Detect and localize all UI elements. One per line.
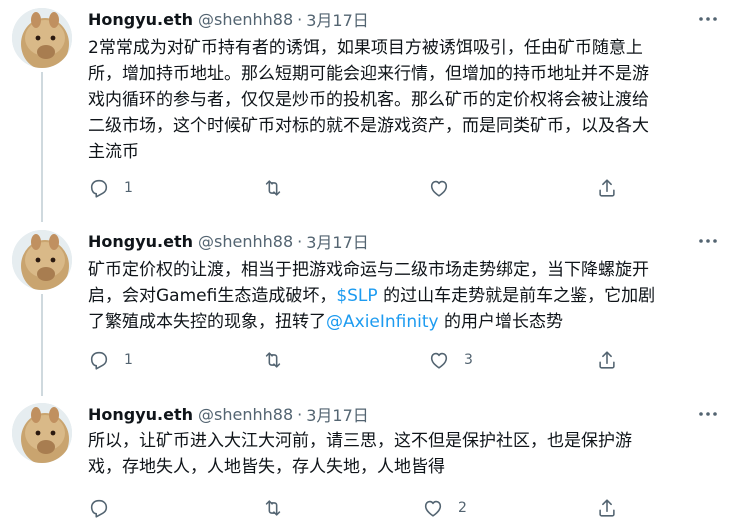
- reply-button[interactable]: 1: [88, 176, 133, 200]
- tweet-text-line: 二级市场，这个时候矿币对标的就不是游戏资产，而是同类矿币，以及各大: [88, 116, 649, 136]
- more-options-button[interactable]: [698, 10, 718, 28]
- retweet-icon: [265, 500, 281, 516]
- reply-button[interactable]: 1: [88, 348, 133, 372]
- reply-icon: [90, 499, 108, 518]
- tweet[interactable]: Hongyu.eth @shenhh88 · 3月17日 所以，让矿币进入大江大…: [0, 403, 732, 521]
- reply-button[interactable]: [88, 496, 124, 520]
- more-options-button[interactable]: [698, 232, 718, 250]
- share-button[interactable]: [596, 176, 618, 200]
- author-handle[interactable]: @shenhh88: [198, 232, 293, 251]
- tweet-actions: 1 3: [88, 348, 628, 372]
- tweet[interactable]: Hongyu.eth @shenhh88 · 3月17日 矿币定价权的让渡，相当…: [0, 230, 732, 380]
- heart-icon: [424, 500, 442, 517]
- tweet-text-line: 启，会对Gamefi生态造成破坏，$SLP 的过山车走势就是前车之鉴，它加剧: [88, 283, 713, 309]
- like-button[interactable]: 3: [428, 348, 473, 372]
- more-icon: [699, 239, 717, 243]
- author-name[interactable]: Hongyu.eth: [88, 232, 193, 251]
- like-button[interactable]: 2: [422, 496, 467, 520]
- author-name[interactable]: Hongyu.eth: [88, 405, 193, 424]
- tweet-text-line: 所，增加持币地址。那么短期可能会迎来行情，但增加的持币地址并不是游: [88, 64, 649, 84]
- more-icon: [699, 412, 717, 416]
- share-icon: [599, 179, 615, 197]
- alpaca-avatar-icon: [12, 230, 72, 290]
- reply-icon: [90, 179, 108, 198]
- tweet-actions: 1: [88, 176, 628, 200]
- heart-icon: [430, 180, 448, 197]
- author-handle[interactable]: @shenhh88: [198, 405, 293, 424]
- tweet-text-line: 矿币定价权的让渡，相当于把游戏命运与二级市场走势绑定，当下降螺旋开: [88, 260, 649, 280]
- tweet[interactable]: Hongyu.eth @shenhh88 · 3月17日 2常常成为对矿币持有者…: [0, 8, 732, 213]
- separator-dot: ·: [297, 9, 303, 29]
- tweet-text: 2常常成为对矿币持有者的诱饵，如果项目方被诱饵吸引，任由矿币随意上 所，增加持币…: [88, 35, 713, 165]
- tweet-text-line: 主流币: [88, 142, 139, 162]
- share-button[interactable]: [596, 348, 618, 372]
- author-handle[interactable]: @shenhh88: [198, 10, 293, 29]
- more-icon: [699, 17, 717, 21]
- more-options-button[interactable]: [698, 405, 718, 423]
- tweet-text: 矿币定价权的让渡，相当于把游戏命运与二级市场走势绑定，当下降螺旋开 启，会对Ga…: [88, 257, 713, 335]
- tweet-header: Hongyu.eth @shenhh88 · 3月17日: [88, 402, 369, 426]
- reply-count: 1: [124, 180, 133, 196]
- like-count: 3: [464, 352, 473, 368]
- author-name[interactable]: Hongyu.eth: [88, 10, 193, 29]
- tweet-text-line: 戏，存地失人，人地皆失，存人失地，人地皆得: [88, 457, 445, 477]
- separator-dot: ·: [297, 231, 303, 251]
- text-segment: 启，会对Gamefi生态造成破坏，: [88, 286, 337, 306]
- tweet-header: Hongyu.eth @shenhh88 · 3月17日: [88, 229, 369, 253]
- avatar[interactable]: [12, 230, 72, 290]
- tweet-text-line: 所以，让矿币进入大江大河前，请三思，这不但是保护社区，也是保护游: [88, 431, 632, 451]
- tweet-date[interactable]: 3月17日: [306, 7, 369, 31]
- reply-icon: [90, 351, 108, 370]
- reply-count: 1: [124, 352, 133, 368]
- separator-dot: ·: [297, 404, 303, 424]
- like-button[interactable]: [428, 176, 464, 200]
- mention-link[interactable]: @AxieInfinity: [326, 312, 439, 332]
- text-segment: 的用户增长态势: [438, 312, 563, 332]
- retweet-button[interactable]: [261, 348, 299, 372]
- tweet-header: Hongyu.eth @shenhh88 · 3月17日: [88, 7, 369, 31]
- tweet-text: 所以，让矿币进入大江大河前，请三思，这不但是保护社区，也是保护游 戏，存地失人，…: [88, 428, 713, 480]
- tweet-text-line: 了繁殖成本失控的现象，扭转了@AxieInfinity 的用户增长态势: [88, 309, 713, 335]
- like-count: 2: [458, 500, 467, 516]
- retweet-icon: [265, 180, 281, 196]
- retweet-button[interactable]: [261, 496, 299, 520]
- retweet-button[interactable]: [261, 176, 299, 200]
- tweet-date[interactable]: 3月17日: [306, 402, 369, 426]
- tweet-date[interactable]: 3月17日: [306, 229, 369, 253]
- retweet-icon: [265, 352, 281, 368]
- text-segment: 的过山车走势就是前车之鉴，它加剧: [377, 286, 656, 306]
- share-button[interactable]: [596, 496, 618, 520]
- tweet-text-line: 2常常成为对矿币持有者的诱饵，如果项目方被诱饵吸引，任由矿币随意上: [88, 38, 643, 58]
- heart-icon: [430, 352, 448, 369]
- alpaca-avatar-icon: [12, 8, 72, 68]
- text-segment: 了繁殖成本失控的现象，扭转了: [88, 312, 326, 332]
- alpaca-avatar-icon: [12, 403, 72, 463]
- avatar[interactable]: [12, 403, 72, 463]
- cashtag-link[interactable]: $SLP: [336, 286, 377, 306]
- share-icon: [599, 499, 615, 517]
- tweet-text-line: 戏内循环的参与者，仅仅是炒币的投机客。那么矿币的定价权将会被让渡给: [88, 90, 649, 110]
- share-icon: [599, 351, 615, 369]
- tweet-actions: 2: [88, 496, 628, 520]
- avatar[interactable]: [12, 8, 72, 68]
